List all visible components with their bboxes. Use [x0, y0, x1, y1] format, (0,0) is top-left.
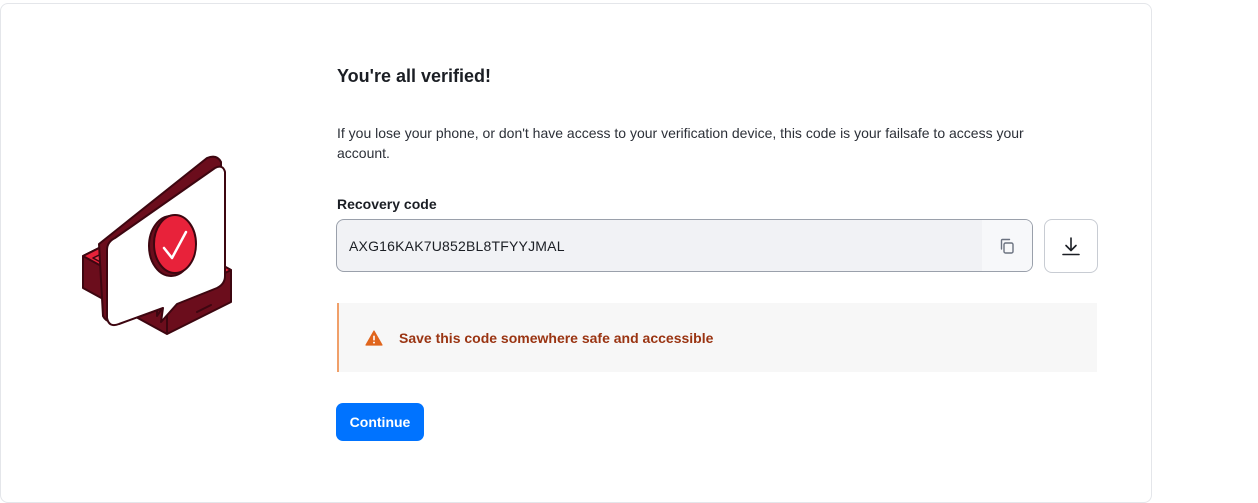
page-title: You're all verified!	[337, 66, 491, 86]
verified-device-illustration	[77, 152, 237, 352]
download-code-button[interactable]	[1044, 219, 1098, 273]
verification-card: You're all verified! If you lose your ph…	[0, 3, 1152, 503]
continue-button[interactable]: Continue	[336, 403, 424, 441]
recovery-code-field[interactable]: AXG16KAK7U852BL8TFYYJMAL	[336, 219, 1033, 272]
download-icon	[1062, 237, 1080, 256]
recovery-code-label: Recovery code	[337, 196, 437, 212]
page-description: If you lose your phone, or don't have ac…	[337, 125, 1024, 161]
warning-text: Save this code somewhere safe and access…	[399, 329, 714, 346]
copy-code-button[interactable]	[982, 220, 1032, 271]
copy-icon	[1000, 238, 1014, 254]
warning-alert: Save this code somewhere safe and access…	[337, 303, 1097, 372]
warning-triangle-icon	[365, 329, 383, 347]
recovery-code-value[interactable]: AXG16KAK7U852BL8TFYYJMAL	[337, 238, 982, 254]
